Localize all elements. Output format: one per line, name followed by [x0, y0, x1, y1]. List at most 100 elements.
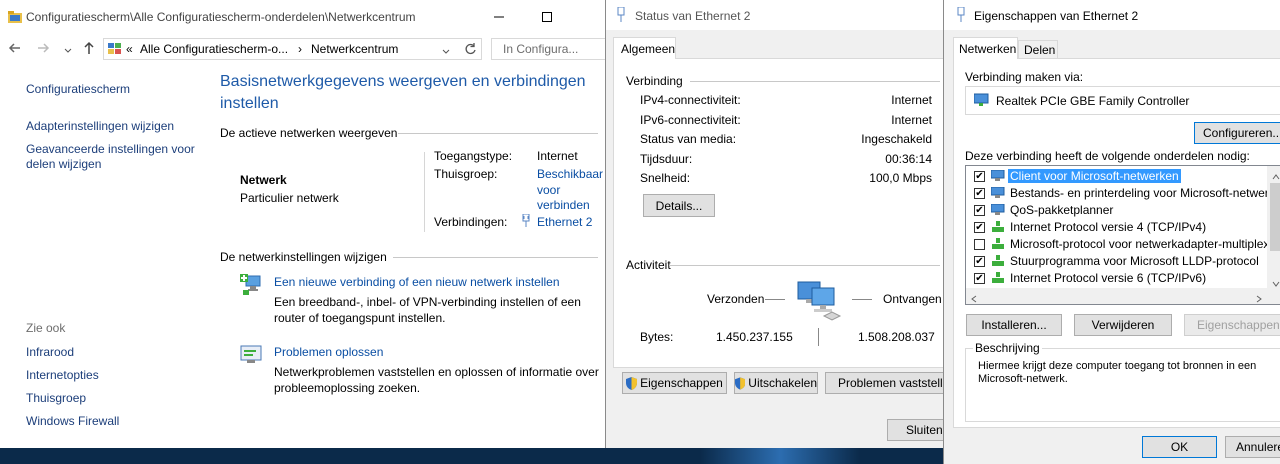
title-bar: Configuratiescherm\Alle Configuratiesche… — [0, 0, 606, 34]
new-connection-link[interactable]: Een nieuwe verbinding of een nieuw netwe… — [274, 275, 560, 289]
uac-shield-icon — [626, 376, 638, 390]
diagnose-label: Problemen vaststellen — [838, 376, 945, 390]
window-title: Configuratiescherm\Alle Configuratiesche… — [26, 10, 416, 24]
troubleshoot-desc-line2: probleemoplossing zoeken. — [274, 381, 421, 395]
list-item[interactable]: ✔ Internet Protocol versie 4 (TCP/IPv4) — [966, 219, 1266, 236]
taskbar-glow — [700, 448, 860, 464]
new-connection-desc-line1: Een breedband-, inbel- of VPN-verbinding… — [274, 295, 581, 309]
horizontal-scrollbar[interactable] — [966, 288, 1280, 304]
network-name: Netwerk — [240, 173, 287, 187]
breadcrumb-overflow-icon[interactable]: « — [126, 42, 133, 56]
page-title: Basisnetwerkgegevens weergeven en verbin… — [220, 71, 586, 115]
nav-back-icon[interactable] — [8, 41, 22, 58]
minimize-icon[interactable] — [476, 0, 522, 34]
scroll-left-icon[interactable] — [971, 292, 977, 306]
component-checkbox[interactable]: ✔ — [974, 273, 985, 284]
maximize-icon[interactable] — [524, 0, 570, 34]
nav-forward-icon[interactable] — [36, 41, 50, 58]
component-label: Internet Protocol versie 6 (TCP/IPv6) — [1010, 271, 1207, 285]
properties-window-title: Eigenschappen van Ethernet 2 — [974, 9, 1139, 23]
component-checkbox[interactable]: ✔ — [974, 171, 985, 182]
troubleshoot-description: Netwerkproblemen vaststellen en oplossen… — [274, 364, 599, 396]
status-row-value: Ingeschakeld — [861, 132, 932, 146]
list-item[interactable]: Microsoft-protocol voor netwerkadapter-m… — [966, 236, 1280, 253]
list-item[interactable]: ✔ QoS-pakketplanner — [966, 202, 1266, 219]
breadcrumb-network-center[interactable]: Netwerkcentrum — [311, 42, 398, 56]
component-label: Stuurprogramma voor Microsoft LLDP-proto… — [1010, 254, 1259, 268]
properties-title-bar: Eigenschappen van Ethernet 2 — [944, 0, 1280, 30]
connect-using-label: Verbinding maken via: — [965, 70, 1084, 84]
tab-sharing[interactable]: Delen — [1018, 40, 1058, 59]
see-also-firewall[interactable]: Windows Firewall — [26, 414, 119, 428]
scroll-thumb[interactable] — [1270, 183, 1280, 251]
status-row-label: IPv4-connectiviteit: — [640, 93, 741, 107]
see-also-homegroup[interactable]: Thuisgroep — [26, 391, 86, 405]
breadcrumb-separator-icon[interactable]: › — [298, 42, 302, 56]
page-title-line1: Basisnetwerkgegevens weergeven en verbin… — [220, 73, 586, 90]
list-item[interactable]: ✔ Bestands- en printerdeling voor Micros… — [966, 185, 1280, 202]
component-checkbox[interactable]: ✔ — [974, 188, 985, 199]
tab-networks[interactable]: Netwerken — [953, 37, 1018, 59]
configure-button[interactable]: Configureren... — [1194, 122, 1280, 144]
status-row-value: Internet — [891, 93, 932, 107]
status-row: Status van media: Ingeschakeld — [640, 132, 932, 152]
component-properties-button[interactable]: Eigenschappen — [1184, 314, 1280, 336]
list-item[interactable]: ✔ Stuurprogramma voor Microsoft LLDP-pro… — [966, 253, 1266, 270]
connections-link-ethernet[interactable]: Ethernet 2 — [537, 215, 592, 229]
list-item[interactable]: ✔ Client voor Microsoft-netwerken — [966, 168, 1266, 185]
vertical-scrollbar[interactable] — [1267, 166, 1280, 288]
refresh-icon[interactable] — [464, 42, 477, 58]
ethernet-title-icon — [616, 6, 626, 26]
homegroup-link[interactable]: Beschikbaar voor verbinden — [537, 167, 603, 214]
sidebar-link-adapter-settings[interactable]: Adapterinstellingen wijzigen — [26, 119, 174, 133]
nav-up-icon[interactable] — [82, 41, 96, 58]
change-settings-divider — [393, 257, 598, 258]
details-button[interactable]: Details... — [643, 194, 715, 217]
description-text: Hiermee krijgt deze computer toegang tot… — [978, 360, 1256, 386]
scroll-right-icon[interactable] — [1256, 292, 1262, 306]
status-row-label: Status van media: — [640, 132, 737, 146]
install-button[interactable]: Installeren... — [966, 314, 1062, 336]
address-dropdown-icon[interactable] — [442, 45, 450, 59]
close-button[interactable]: Sluiten — [887, 419, 945, 441]
disable-button[interactable]: Uitschakelen — [734, 372, 818, 394]
bytes-label: Bytes: — [640, 330, 674, 344]
components-list[interactable]: ✔ Client voor Microsoft-netwerken ✔ Best… — [965, 165, 1280, 305]
search-input[interactable]: In Configura... — [491, 38, 606, 60]
component-checkbox[interactable]: ✔ — [974, 222, 985, 233]
status-row: Tijdsduur: 00:36:14 — [640, 152, 932, 172]
recent-dropdown-icon[interactable] — [64, 44, 72, 58]
component-checkbox[interactable]: ✔ — [974, 205, 985, 216]
connections-label: Verbindingen: — [434, 215, 508, 229]
troubleshoot-link[interactable]: Problemen oplossen — [274, 345, 383, 359]
sidebar-link-advanced-sharing[interactable]: Geavanceerde instellingen voor delen wij… — [26, 142, 195, 172]
sidebar-link-control-panel[interactable]: Configuratiescherm — [26, 82, 130, 96]
active-networks-heading: De actieve netwerken weergeven — [220, 126, 398, 140]
list-item[interactable]: ✔ Internet Protocol versie 6 (TCP/IPv6) — [966, 270, 1266, 287]
breadcrumb-all-items[interactable]: Alle Configuratiescherm-o... — [140, 42, 288, 56]
see-also-internet-options[interactable]: Internetopties — [26, 368, 99, 382]
see-also-infrared[interactable]: Infrarood — [26, 345, 74, 359]
cancel-button[interactable]: Annuleren — [1225, 436, 1280, 458]
component-label: Microsoft-protocol voor netwerkadapter-m… — [1010, 237, 1280, 251]
network-computers-icon — [796, 278, 842, 325]
change-settings-heading: De netwerkinstellingen wijzigen — [220, 250, 387, 264]
component-checkbox[interactable] — [974, 239, 985, 250]
status-window-title: Status van Ethernet 2 — [635, 9, 751, 23]
diagnose-button[interactable]: Problemen vaststellen — [825, 372, 945, 394]
component-checkbox[interactable]: ✔ — [974, 256, 985, 267]
component-label: Bestands- en printerdeling voor Microsof… — [1010, 186, 1280, 200]
ok-button[interactable]: OK — [1142, 436, 1217, 458]
status-properties-label: Eigenschappen — [640, 376, 723, 390]
tab-general[interactable]: Algemeen — [613, 37, 676, 59]
components-label: Deze verbinding heeft de volgende onderd… — [965, 149, 1250, 163]
troubleshoot-desc-line1: Netwerkproblemen vaststellen en oplossen… — [274, 365, 599, 379]
search-placeholder: In Configura... — [503, 42, 579, 56]
address-bar[interactable]: « Alle Configuratiescherm-o... › Netwerk… — [103, 38, 482, 60]
status-row: Snelheid: 100,0 Mbps — [640, 171, 932, 191]
scroll-up-icon[interactable] — [1272, 169, 1280, 183]
adapter-icon — [973, 93, 990, 110]
uninstall-button[interactable]: Verwijderen — [1074, 314, 1172, 336]
status-properties-button[interactable]: Eigenschappen — [622, 372, 727, 394]
description-line1: Hiermee krijgt deze computer toegang tot… — [978, 360, 1257, 372]
